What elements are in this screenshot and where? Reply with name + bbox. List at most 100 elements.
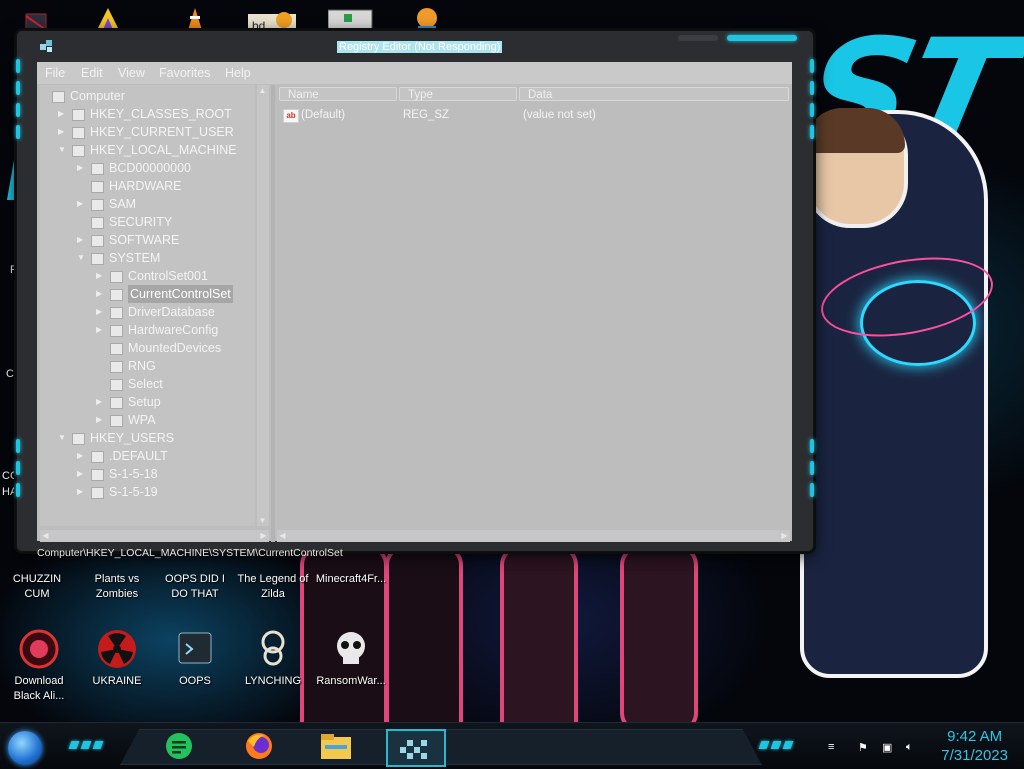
collapse-arrow-icon[interactable]: ▼ [58, 141, 68, 159]
wallpaper-figure-leg [500, 545, 578, 743]
tree-item-label: SYSTEM [109, 251, 161, 265]
string-value-icon: ab [283, 109, 299, 123]
tree-item-label: HARDWARE [109, 179, 182, 193]
firefox-icon[interactable] [240, 729, 280, 763]
expand-arrow-icon[interactable]: ▶ [77, 447, 87, 465]
file-explorer-icon[interactable] [316, 729, 356, 763]
scroll-down-icon[interactable]: ▼ [257, 515, 268, 526]
column-header-data[interactable]: Data [519, 87, 789, 101]
tree-item-label: Select [128, 377, 163, 391]
tree-item-label: Setup [128, 395, 161, 409]
scroll-right-icon[interactable]: ▶ [779, 530, 790, 541]
folder-icon [91, 181, 104, 193]
wallpaper-figure-hair [805, 108, 905, 153]
start-button[interactable] [8, 731, 42, 765]
registry-editor-icon [39, 39, 55, 53]
column-header-name[interactable]: Name [279, 87, 397, 101]
tree-item-label: BCD00000000 [109, 161, 192, 175]
window-client-area: File Edit View Favorites Help Computer ▶ H… [37, 62, 792, 542]
expand-arrow-icon[interactable]: ▶ [96, 303, 106, 321]
menu-edit[interactable]: Edit [81, 66, 103, 80]
desktop-icon-ukraine[interactable]: UKRAINE [80, 628, 154, 689]
registry-editor-window[interactable]: Registry Editor (Not Responding) File Ed… [16, 30, 815, 559]
pane-splitter[interactable] [271, 85, 275, 542]
menu-favorites[interactable]: Favorites [159, 66, 210, 80]
desktop-icon-download-black-ali[interactable]: Download Black Ali... [2, 628, 76, 704]
folder-icon [91, 487, 104, 499]
scroll-up-icon[interactable]: ▲ [257, 85, 268, 96]
clock-date: 7/31/2023 [941, 747, 1008, 764]
value-type: REG_SZ [403, 109, 450, 121]
folder-icon [72, 433, 85, 445]
tree-item-label: DriverDatabase [128, 305, 215, 319]
network-icon[interactable]: ▣ [882, 741, 896, 754]
scroll-left-icon[interactable]: ◀ [277, 530, 288, 541]
window-titlebar[interactable]: Registry Editor (Not Responding) [17, 31, 813, 61]
desktop-icon-lynching[interactable]: LYNCHING [236, 628, 310, 689]
registry-values-list[interactable]: Name Type Data ab (Default) REG_SZ (valu… [277, 85, 790, 526]
collapse-arrow-icon[interactable]: ▼ [58, 429, 68, 447]
tree-item-label: WPA [128, 413, 156, 427]
window-frame-right [809, 51, 815, 531]
desktop-icon-oops-did-i-do-that[interactable]: OOPS DID I DO THAT [158, 556, 232, 602]
desktop-icon-label: The Legend of Zilda [237, 573, 309, 600]
registry-key-tree[interactable]: Computer ▶ HKEY_CLASSES_ROOT ▶ HKEY_CURRENT_… [40, 85, 255, 526]
folder-icon [91, 199, 104, 211]
tree-item-label: SOFTWARE [109, 233, 180, 247]
expand-arrow-icon[interactable]: ▶ [77, 159, 87, 177]
folder-icon [72, 109, 85, 121]
menu-view[interactable]: View [118, 66, 145, 80]
desktop-icon-label: UKRAINE [92, 675, 142, 687]
red-orb-icon [18, 628, 60, 670]
expand-arrow-icon[interactable]: ▶ [58, 105, 68, 123]
tree-item-label: MountedDevices [128, 341, 222, 355]
show-hidden-icons-icon[interactable]: ≡ [828, 741, 842, 753]
computer-icon [52, 91, 65, 103]
status-bar-path: Computer\HKEY_LOCAL_MACHINE\SYSTEM\Curre… [37, 547, 343, 559]
wallpaper-figure-leg [620, 545, 698, 733]
expand-arrow-icon[interactable]: ▶ [96, 411, 106, 429]
noose-icon [252, 628, 294, 670]
scroll-left-icon[interactable]: ◀ [40, 530, 51, 541]
tree-item-label: S-1-5-19 [109, 485, 158, 499]
tree-vertical-scrollbar[interactable]: ▲ ▼ [257, 85, 269, 526]
expand-arrow-icon[interactable]: ▶ [96, 285, 106, 303]
taskbar-clock[interactable]: 9:42 AM 7/31/2023 [941, 727, 1008, 765]
scroll-right-icon[interactable]: ▶ [258, 530, 269, 541]
wallpaper-figure-leg [385, 545, 463, 743]
menu-help[interactable]: Help [225, 66, 251, 80]
tree-horizontal-scrollbar[interactable]: ◀ ▶ [40, 530, 269, 542]
tree-item-label: RNG [128, 359, 156, 373]
desktop-icon-ransomware[interactable]: RansomWar... [314, 628, 388, 689]
list-horizontal-scrollbar[interactable]: ◀ ▶ [277, 530, 790, 542]
expand-arrow-icon[interactable]: ▶ [77, 483, 87, 501]
desktop-icon-chuzzin-cum[interactable]: CHUZZIN CUM [0, 556, 74, 602]
desktop-icon-legend-of-zilda[interactable]: The Legend of Zilda [236, 556, 310, 602]
tree-item-label: HKEY_CLASSES_ROOT [90, 107, 232, 121]
tree-item-label: ControlSet001 [128, 269, 208, 283]
registry-editor-taskbar-button[interactable] [386, 729, 446, 767]
column-header-type[interactable]: Type [399, 87, 517, 101]
expand-arrow-icon[interactable]: ▶ [96, 393, 106, 411]
value-data: (value not set) [523, 109, 596, 121]
expand-arrow-icon[interactable]: ▶ [77, 231, 87, 249]
flag-icon[interactable]: ⚑ [858, 741, 872, 754]
desktop-icon-plants-vs-zombies[interactable]: Plants vs Zombies [80, 556, 154, 602]
volume-icon[interactable]: 🔈︎ [906, 741, 920, 753]
expand-arrow-icon[interactable]: ▶ [77, 195, 87, 213]
menu-file[interactable]: File [45, 66, 65, 80]
expand-arrow-icon[interactable]: ▶ [77, 465, 87, 483]
folder-icon [110, 307, 123, 319]
expand-arrow-icon[interactable]: ▶ [96, 321, 106, 339]
collapse-arrow-icon[interactable]: ▼ [77, 249, 87, 267]
folder-icon [91, 469, 104, 481]
expand-arrow-icon[interactable]: ▶ [58, 123, 68, 141]
expand-arrow-icon[interactable]: ▶ [96, 267, 106, 285]
list-header: Name Type Data [279, 87, 789, 101]
notes-app-icon[interactable] [160, 729, 200, 763]
desktop-icon-label: OOPS DID I DO THAT [165, 573, 225, 600]
taskbar-decoration [758, 741, 794, 749]
folder-icon [110, 361, 123, 373]
list-item[interactable]: ab (Default) REG_SZ (value not set) [277, 107, 790, 125]
desktop-icon-oops[interactable]: OOPS [158, 628, 232, 689]
